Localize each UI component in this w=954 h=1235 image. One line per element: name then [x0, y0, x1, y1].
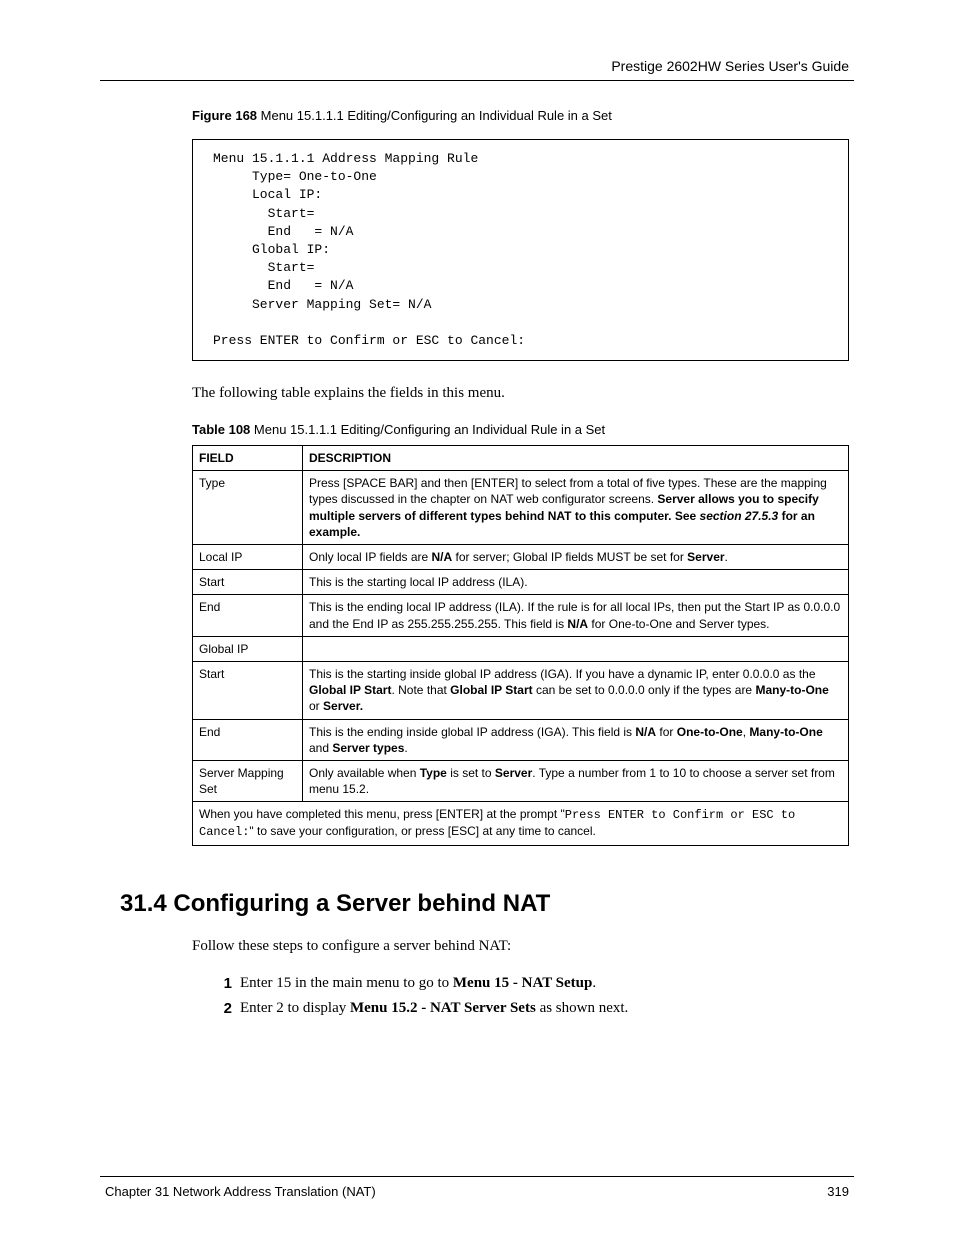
description-cell: This is the ending local IP address (ILA… — [303, 595, 849, 636]
table-row: Global IP — [193, 636, 849, 661]
description-cell: Only available when Type is set to Serve… — [303, 760, 849, 801]
header-guide-title: Prestige 2602HW Series User's Guide — [611, 58, 849, 74]
footer-page-number: 319 — [827, 1184, 849, 1199]
field-cell: Global IP — [193, 636, 303, 661]
field-cell: End — [193, 719, 303, 760]
description-cell: Only local IP fields are N/A for server;… — [303, 545, 849, 570]
table-title: Menu 15.1.1.1 Editing/Configuring an Ind… — [250, 422, 605, 437]
figure-title: Menu 15.1.1.1 Editing/Configuring an Ind… — [257, 108, 612, 123]
field-description-table: FIELD DESCRIPTION TypePress [SPACE BAR] … — [192, 445, 849, 846]
table-header-row: FIELD DESCRIPTION — [193, 446, 849, 471]
step-number: 1 — [212, 975, 232, 992]
col-field-header: FIELD — [193, 446, 303, 471]
field-cell: End — [193, 595, 303, 636]
step-item: 1 Enter 15 in the main menu to go to Menu… — [212, 975, 849, 992]
field-cell: Server Mapping Set — [193, 760, 303, 801]
step-text: Enter 15 in the main menu to go to Menu … — [240, 975, 596, 992]
page-content: Figure 168 Menu 15.1.1.1 Editing/Configu… — [120, 108, 849, 1025]
footer-divider — [100, 1176, 854, 1177]
figure-caption: Figure 168 Menu 15.1.1.1 Editing/Configu… — [192, 108, 849, 123]
table-row: Local IPOnly local IP fields are N/A for… — [193, 545, 849, 570]
table-row: StartThis is the starting inside global … — [193, 661, 849, 719]
description-cell: This is the starting local IP address (I… — [303, 570, 849, 595]
step-number: 2 — [212, 1000, 232, 1017]
section-heading: 31.4 Configuring a Server behind NAT — [120, 890, 849, 918]
field-cell: Local IP — [193, 545, 303, 570]
figure-number: Figure 168 — [192, 108, 257, 123]
step-text: Enter 2 to display Menu 15.2 - NAT Serve… — [240, 1000, 628, 1017]
footer-chapter: Chapter 31 Network Address Translation (… — [105, 1184, 376, 1199]
section-intro: Follow these steps to configure a server… — [192, 938, 849, 955]
description-cell: This is the starting inside global IP ad… — [303, 661, 849, 719]
table-row: EndThis is the ending inside global IP a… — [193, 719, 849, 760]
table-footer-cell: When you have completed this menu, press… — [193, 802, 849, 845]
header-divider — [100, 80, 854, 81]
table-row: TypePress [SPACE BAR] and then [ENTER] t… — [193, 471, 849, 545]
description-cell: This is the ending inside global IP addr… — [303, 719, 849, 760]
table-footer-row: When you have completed this menu, press… — [193, 802, 849, 845]
table-row: StartThis is the starting local IP addre… — [193, 570, 849, 595]
col-description-header: DESCRIPTION — [303, 446, 849, 471]
step-item: 2 Enter 2 to display Menu 15.2 - NAT Serv… — [212, 1000, 849, 1017]
field-cell: Start — [193, 661, 303, 719]
description-cell: Press [SPACE BAR] and then [ENTER] to se… — [303, 471, 849, 545]
field-cell: Start — [193, 570, 303, 595]
menu-screen-box: Menu 15.1.1.1 Address Mapping Rule Type=… — [192, 139, 849, 361]
table-row: Server Mapping SetOnly available when Ty… — [193, 760, 849, 801]
table-row: EndThis is the ending local IP address (… — [193, 595, 849, 636]
table-number: Table 108 — [192, 422, 250, 437]
table-caption: Table 108 Menu 15.1.1.1 Editing/Configur… — [192, 422, 849, 437]
field-cell: Type — [193, 471, 303, 545]
step-list: 1 Enter 15 in the main menu to go to Menu… — [212, 975, 849, 1017]
description-cell — [303, 636, 849, 661]
intro-paragraph: The following table explains the fields … — [192, 385, 849, 402]
